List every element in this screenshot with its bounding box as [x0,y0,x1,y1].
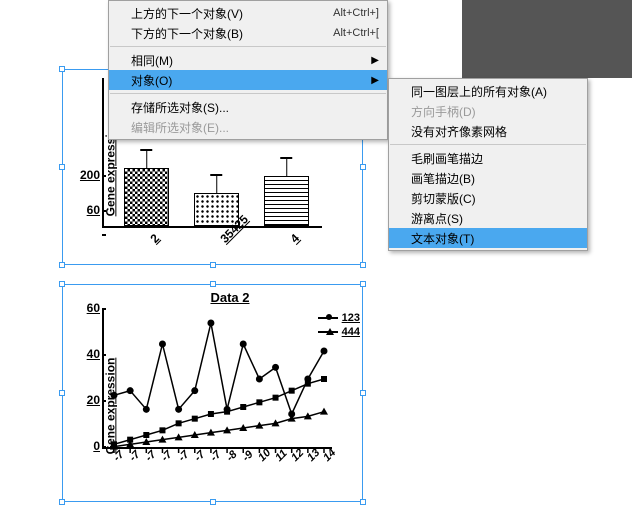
menu-item-label: 文本对象(T) [411,230,474,247]
menu-item[interactable]: 存储所选对象(S)... [109,97,387,117]
line-series [104,309,332,447]
ytick: 20 [74,393,100,407]
menu-item-label: 剪切蒙版(C) [411,190,476,207]
context-menu-select[interactable]: 上方的下一个对象(V) Alt+Ctrl+] 下方的下一个对象(B) Alt+Ctrl… [108,0,388,140]
menu-separator [390,144,586,145]
menu-separator [110,93,386,94]
menu-item[interactable]: 上方的下一个对象(V) Alt+Ctrl+] [109,3,387,23]
xtick: -7 [160,449,175,464]
xtick: 2 [147,231,162,246]
menu-item-label: 画笔描边(B) [411,170,475,187]
pasteboard [462,0,632,78]
menu-separator [110,46,386,47]
menu-item-label: 存储所选对象(S)... [131,99,229,116]
menu-item-label: 方向手柄(D) [411,103,476,120]
menu-item: 编辑所选对象(E)... [109,117,387,137]
submenu-arrow-icon: ▶ [351,75,379,86]
menu-item-label: 相同(M) [131,52,173,69]
menu-item[interactable]: 对象(O) ▶ [109,70,387,90]
chart-title: Data 2 [100,290,360,305]
menu-item[interactable]: 毛刷画笔描边 [389,148,587,168]
bar [124,168,169,226]
ytick: 60 [74,301,100,315]
context-submenu-object[interactable]: 同一图层上的所有对象(A) 方向手柄(D) 没有对齐像素网格毛刷画笔描边画笔描边(B… [388,78,588,251]
ytick: 40 [74,347,100,361]
menu-item-label: 对象(O) [131,72,172,89]
menu-item-label: 毛刷画笔描边 [411,150,483,167]
ytick: 200 [74,168,100,182]
menu-item[interactable]: 相同(M) ▶ [109,50,387,70]
menu-item[interactable]: 没有对齐像素网格 [389,121,587,141]
menu-item-label: 上方的下一个对象(V) [131,5,243,22]
menu-item[interactable]: 同一图层上的所有对象(A) [389,81,587,101]
menu-item[interactable]: 游离点(S) [389,208,587,228]
menu-item[interactable]: 画笔描边(B) [389,168,587,188]
menu-item: 方向手柄(D) [389,101,587,121]
menu-item-label: 没有对齐像素网格 [411,123,507,140]
menu-item[interactable]: 文本对象(T) [389,228,587,248]
menu-item-label: 游离点(S) [411,210,463,227]
line-plot-area: 0 20 40 60 -7-7-7-7-7-7-7-8-91011121314 [102,309,332,449]
line-chart: Data 2 Gene expression 123 444 0 20 40 6… [70,290,360,500]
xtick: 4 [287,231,302,246]
menu-shortcut: Alt+Ctrl+[ [313,27,379,39]
bar [264,176,309,226]
menu-item-label: 下方的下一个对象(B) [131,25,243,42]
menu-item[interactable]: 下方的下一个对象(B) Alt+Ctrl+[ [109,23,387,43]
menu-item-label: 同一图层上的所有对象(A) [411,83,547,100]
menu-item-label: 编辑所选对象(E)... [131,119,229,136]
ytick: 0 [74,439,100,453]
menu-shortcut: Alt+Ctrl+] [313,7,379,19]
submenu-arrow-icon: ▶ [351,55,379,66]
menu-item[interactable]: 剪切蒙版(C) [389,188,587,208]
ytick: 60 [74,203,100,217]
